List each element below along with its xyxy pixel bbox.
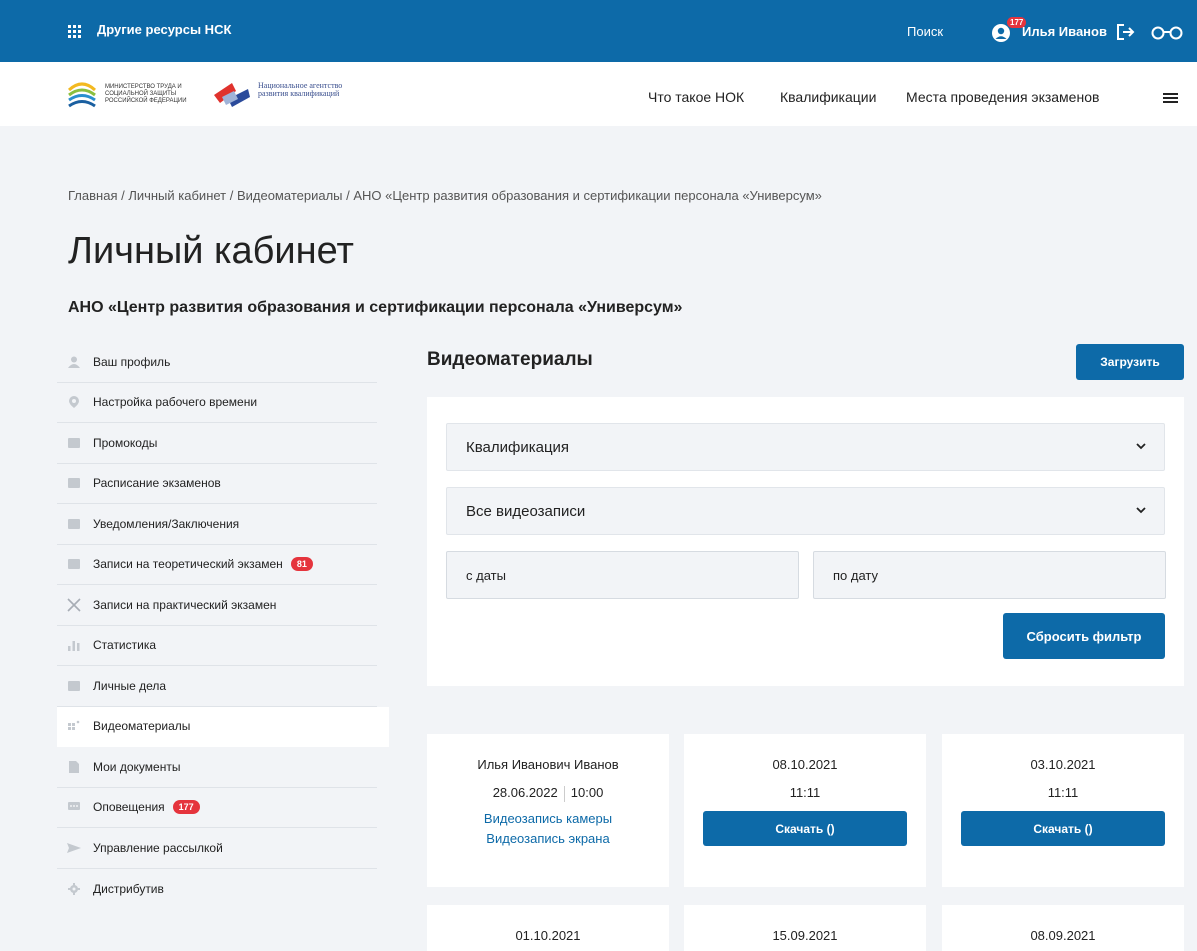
sidebar-item-personal-files[interactable]: Личные дела <box>57 666 377 707</box>
agency-logo[interactable] <box>212 81 252 109</box>
sidebar-item-label: Записи на практический экзамен <box>93 597 277 612</box>
sidebar-item-label: Личные дела <box>93 678 167 693</box>
qualification-select[interactable]: Квалификация <box>446 423 1165 471</box>
sidebar-menu: Ваш профиль Настройка рабочего времени П… <box>57 342 389 909</box>
video-card: 15.09.2021 <box>684 905 926 951</box>
date-from-input[interactable] <box>446 551 799 599</box>
card-datetime: 28.06.2022 10:00 <box>427 783 669 803</box>
top-bar: Другие ресурсы НСК Поиск 177 Илья Иванов <box>0 0 1197 62</box>
ministry-logo[interactable] <box>67 80 97 108</box>
gear-icon <box>67 882 81 895</box>
records-select[interactable]: Все видеозаписи <box>446 487 1165 535</box>
book-icon <box>67 437 81 449</box>
page-title: Личный кабинет <box>68 230 354 272</box>
sidebar-item-profile[interactable]: Ваш профиль <box>57 342 377 383</box>
sidebar-item-theory-exam-records[interactable]: Записи на теоретический экзамен 81 <box>57 545 377 585</box>
user-avatar-icon[interactable] <box>992 24 1010 42</box>
card-date: 03.10.2021 <box>1030 757 1096 772</box>
book-icon <box>67 477 81 489</box>
sidebar-item-practice-exam-records[interactable]: Записи на практический экзамен <box>57 585 377 626</box>
count-badge: 177 <box>172 800 200 815</box>
sidebar-item-notifications-conclusions[interactable]: Уведомления/Заключения <box>57 504 377 545</box>
logout-icon[interactable] <box>1117 24 1135 40</box>
breadcrumb[interactable]: Главная / Личный кабинет / Видеоматериал… <box>68 188 822 203</box>
tools-icon <box>67 598 81 612</box>
card-time: 11:11 <box>789 785 821 800</box>
document-icon <box>67 760 81 773</box>
sidebar-item-label: Расписание экзаменов <box>93 476 221 491</box>
sidebar-item-statistics[interactable]: Статистика <box>57 626 377 666</box>
other-resources-link[interactable]: Другие ресурсы НСК <box>97 22 231 37</box>
card-date: 01.10.2021 <box>515 928 581 943</box>
card-date: 15.09.2021 <box>772 928 838 943</box>
sidebar-item-label: Управление рассылкой <box>93 840 223 855</box>
sidebar-item-label: Промокоды <box>93 435 158 450</box>
location-pin-icon <box>67 396 81 409</box>
calendar-icon <box>67 558 81 570</box>
sidebar-item-promocodes[interactable]: Промокоды <box>57 423 377 464</box>
organization-title: АНО «Центр развития образования и сертиф… <box>68 299 683 316</box>
sidebar-item-alerts[interactable]: Оповещения 177 <box>57 788 377 828</box>
date-to-input[interactable] <box>813 551 1166 599</box>
book-icon <box>67 518 81 530</box>
sidebar-item-my-documents[interactable]: Мои документы <box>57 747 377 788</box>
accessibility-glasses-icon[interactable] <box>1150 26 1184 40</box>
site-header: Министерство труда и социальной защиты Р… <box>0 62 1197 126</box>
video-icon <box>67 720 81 732</box>
sidebar-item-video-materials[interactable]: Видеоматериалы <box>57 706 389 747</box>
menu-hamburger-icon[interactable] <box>1163 93 1178 103</box>
video-card: Илья Иванович Иванов 28.06.2022 10:00 Вид… <box>427 734 669 887</box>
send-icon <box>67 842 81 854</box>
chat-icon <box>67 801 81 813</box>
search-link[interactable]: Поиск <box>907 24 943 39</box>
camera-recording-link[interactable]: Видеозапись камеры <box>427 809 669 829</box>
sidebar-item-distributive[interactable]: Дистрибутив <box>57 869 377 910</box>
sidebar-item-exam-schedule[interactable]: Расписание экзаменов <box>57 464 377 504</box>
sidebar-item-label: Оповещения <box>93 800 165 815</box>
bar-chart-icon <box>67 639 81 652</box>
card-time: 10:00 <box>570 785 604 800</box>
sidebar-item-label: Ваш профиль <box>93 354 171 369</box>
sidebar-item-work-time[interactable]: Настройка рабочего времени <box>57 383 377 423</box>
nav-what-is-nok[interactable]: Что такое НОК <box>648 89 744 105</box>
nav-qualifications[interactable]: Квалификации <box>780 89 876 105</box>
sidebar-item-label: Уведомления/Заключения <box>93 516 240 531</box>
video-card: 08.09.2021 <box>942 905 1184 951</box>
screen-recording-link[interactable]: Видеозапись экрана <box>427 829 669 849</box>
section-title: Видеоматериалы <box>427 349 593 370</box>
sidebar-item-label: Записи на теоретический экзамен <box>93 557 283 572</box>
download-button[interactable]: Скачать () <box>703 811 907 846</box>
chevron-down-icon <box>1136 507 1146 514</box>
sidebar-item-label: Дистрибутив <box>93 881 164 896</box>
video-card: 01.10.2021 <box>427 905 669 951</box>
user-name-link[interactable]: Илья Иванов <box>1022 24 1107 39</box>
card-date: 08.10.2021 <box>772 757 838 772</box>
card-person-name: Илья Иванович Иванов <box>477 757 619 772</box>
qualification-select-value: Квалификация <box>466 438 570 456</box>
card-date: 08.09.2021 <box>1030 928 1096 943</box>
nav-exam-locations[interactable]: Места проведения экзаменов <box>906 89 1099 105</box>
chevron-down-icon <box>1136 443 1146 450</box>
sidebar-item-label: Статистика <box>93 638 157 653</box>
download-button[interactable]: Скачать () <box>961 811 1165 846</box>
sidebar-item-label: Настройка рабочего времени <box>93 395 258 410</box>
reset-filter-button[interactable]: Сбросить фильтр <box>1003 613 1165 659</box>
count-badge: 81 <box>290 557 313 572</box>
ministry-logo-text: Министерство труда и социальной защиты Р… <box>105 84 187 104</box>
apps-grid-icon[interactable] <box>68 25 82 38</box>
calendar-icon <box>67 680 81 692</box>
filter-panel: Квалификация Все видеозаписи Сбросить фи… <box>427 397 1184 686</box>
user-icon <box>67 356 81 368</box>
video-card: 03.10.2021 11:11 Скачать () <box>942 734 1184 887</box>
sidebar-item-label: Мои документы <box>93 759 181 774</box>
video-card: 08.10.2021 11:11 Скачать () <box>684 734 926 887</box>
card-date: 28.06.2022 <box>492 785 558 800</box>
agency-logo-text: Национальное агентство развития квалифик… <box>258 81 343 98</box>
sidebar-item-label: Видеоматериалы <box>93 719 191 734</box>
sidebar-item-mailing[interactable]: Управление рассылкой <box>57 828 377 869</box>
records-select-value: Все видеозаписи <box>466 502 586 520</box>
card-time: 11:11 <box>1047 785 1079 800</box>
upload-button[interactable]: Загрузить <box>1076 344 1184 380</box>
